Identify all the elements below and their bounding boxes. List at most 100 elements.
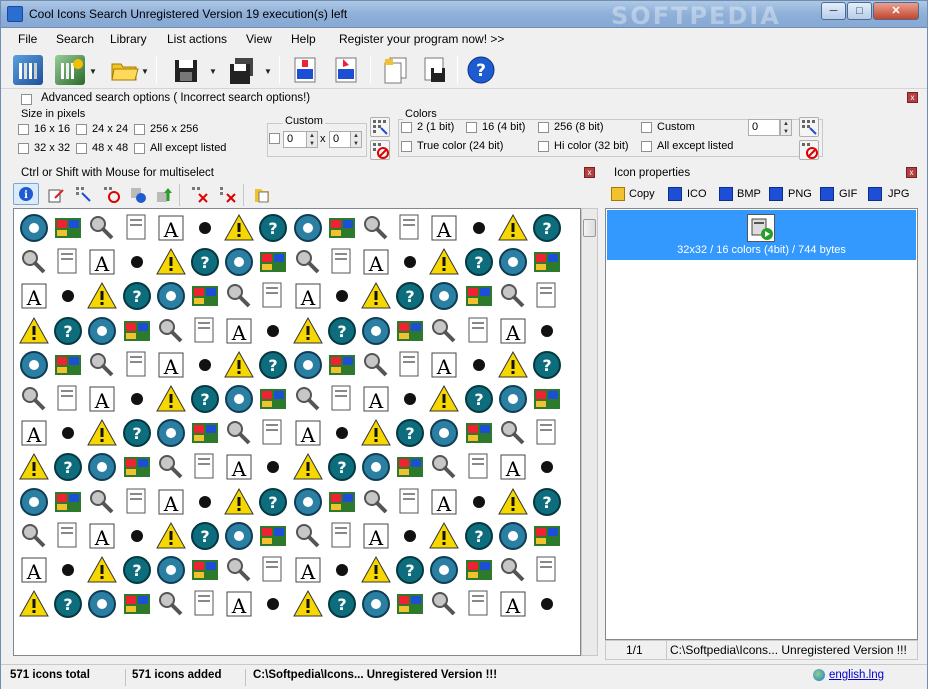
language-link[interactable]: english.lng [829,669,884,681]
icon-thumbnail[interactable] [155,383,187,415]
scrollbar-thumb[interactable] [583,219,596,237]
size-256-checkbox[interactable] [134,124,145,135]
icon-thumbnail[interactable] [189,212,221,244]
icon-thumbnail[interactable] [360,417,392,449]
icon-thumbnail[interactable]: ? [189,383,221,415]
icon-thumbnail[interactable] [326,417,358,449]
icon-thumbnail[interactable]: ? [52,315,84,347]
jpg-export-icon[interactable] [868,187,882,201]
icon-thumbnail[interactable] [223,486,255,518]
move-up-icon[interactable] [155,186,173,207]
icon-thumbnail[interactable]: A [360,246,392,278]
color-custom-input[interactable]: 0 [748,119,780,136]
icon-thumbnail[interactable] [86,451,118,483]
icon-thumbnail[interactable] [223,554,255,586]
icon-thumbnail[interactable] [189,280,221,312]
icon-thumbnail[interactable] [531,451,563,483]
save-disk-icon[interactable] [171,55,201,85]
icon-thumbnail[interactable]: ? [531,212,563,244]
advanced-search-checkbox[interactable] [21,94,32,105]
icon-thumbnail[interactable] [394,212,426,244]
icon-thumbnail[interactable] [121,315,153,347]
icon-thumbnail[interactable]: A [86,383,118,415]
icon-thumbnail[interactable] [52,417,84,449]
icon-thumbnail[interactable] [52,520,84,552]
icon-thumbnail[interactable] [292,349,324,381]
icon-thumbnail[interactable] [497,417,529,449]
icon-thumbnail[interactable] [257,315,289,347]
icon-thumbnail[interactable] [86,212,118,244]
icon-thumbnail[interactable] [52,383,84,415]
gif-export-icon[interactable] [820,187,834,201]
icon-thumbnail[interactable]: A [428,486,460,518]
size-16-checkbox[interactable] [18,124,29,135]
icon-thumbnail[interactable] [531,280,563,312]
minimize-button[interactable]: ─ [821,2,846,20]
save-all-dropdown-arrow[interactable]: ▼ [264,67,272,76]
icon-thumbnail[interactable] [223,349,255,381]
icon-thumbnail[interactable] [155,554,187,586]
icon-thumbnail[interactable] [121,486,153,518]
icon-thumbnail[interactable] [257,383,289,415]
icon-thumbnail[interactable] [292,315,324,347]
icon-thumbnail[interactable] [497,349,529,381]
icon-thumbnail[interactable] [223,383,255,415]
close-button[interactable]: ✕ [873,2,919,20]
ico-file-icon[interactable] [290,55,320,85]
icon-thumbnail[interactable]: A [497,588,529,620]
icon-thumbnail[interactable] [292,212,324,244]
size-32-checkbox[interactable] [18,143,29,154]
icon-thumbnail[interactable]: A [18,417,50,449]
bmp-export-icon[interactable] [719,187,733,201]
icon-thumbnail[interactable] [121,520,153,552]
icon-thumbnail[interactable]: A [18,280,50,312]
select-all-icon[interactable] [75,186,93,207]
icon-thumbnail[interactable] [189,588,221,620]
icon-thumbnail[interactable] [18,588,50,620]
icon-thumbnail[interactable]: ? [189,520,221,552]
icon-thumbnail[interactable]: A [292,417,324,449]
menu-file[interactable]: File [18,32,37,46]
icon-thumbnail[interactable] [360,588,392,620]
icon-thumbnail[interactable] [121,212,153,244]
color-256-checkbox[interactable] [538,122,549,133]
png-export-icon[interactable] [769,187,783,201]
icon-thumbnail[interactable] [360,451,392,483]
icon-thumbnail[interactable]: A [360,383,392,415]
icon-thumbnail[interactable] [292,520,324,552]
icon-thumbnail[interactable] [360,486,392,518]
icon-thumbnail[interactable]: A [497,315,529,347]
icon-thumbnail[interactable] [86,588,118,620]
icon-thumbnail[interactable]: ? [326,315,358,347]
gif-export-button[interactable]: GIF [839,188,857,200]
invert-selection-icon[interactable] [129,186,147,207]
library-add-icon[interactable] [55,55,85,85]
icon-thumbnail[interactable] [394,246,426,278]
icon-thumbnail[interactable]: ? [531,486,563,518]
edit-icon[interactable] [47,186,65,207]
custom-height-stepper[interactable]: ▲ ▼ [350,131,362,148]
icon-thumbnail[interactable] [463,280,495,312]
icon-thumbnail[interactable]: ? [257,212,289,244]
icon-thumbnail[interactable] [463,486,495,518]
color-true-checkbox[interactable] [401,141,412,152]
icon-thumbnail[interactable] [52,246,84,278]
icon-thumbnail[interactable]: ? [326,588,358,620]
icon-thumbnail[interactable]: ? [394,554,426,586]
icon-thumbnail[interactable] [463,212,495,244]
custom-width-stepper[interactable]: ▲ ▼ [306,131,318,148]
icon-thumbnail[interactable] [497,486,529,518]
icon-thumbnail[interactable]: ? [121,554,153,586]
delete-selected-icon[interactable] [191,186,209,207]
ico-extract-icon[interactable] [331,55,361,85]
color-2-checkbox[interactable] [401,122,412,133]
menu-search[interactable]: Search [56,32,94,46]
color-16-checkbox[interactable] [466,122,477,133]
library-icon[interactable] [13,55,43,85]
icon-thumbnail[interactable] [326,554,358,586]
icon-thumbnail[interactable] [292,451,324,483]
icon-thumbnail[interactable] [497,520,529,552]
icon-thumbnail[interactable] [121,383,153,415]
icon-thumbnail[interactable] [86,417,118,449]
icon-thumbnail[interactable] [86,280,118,312]
